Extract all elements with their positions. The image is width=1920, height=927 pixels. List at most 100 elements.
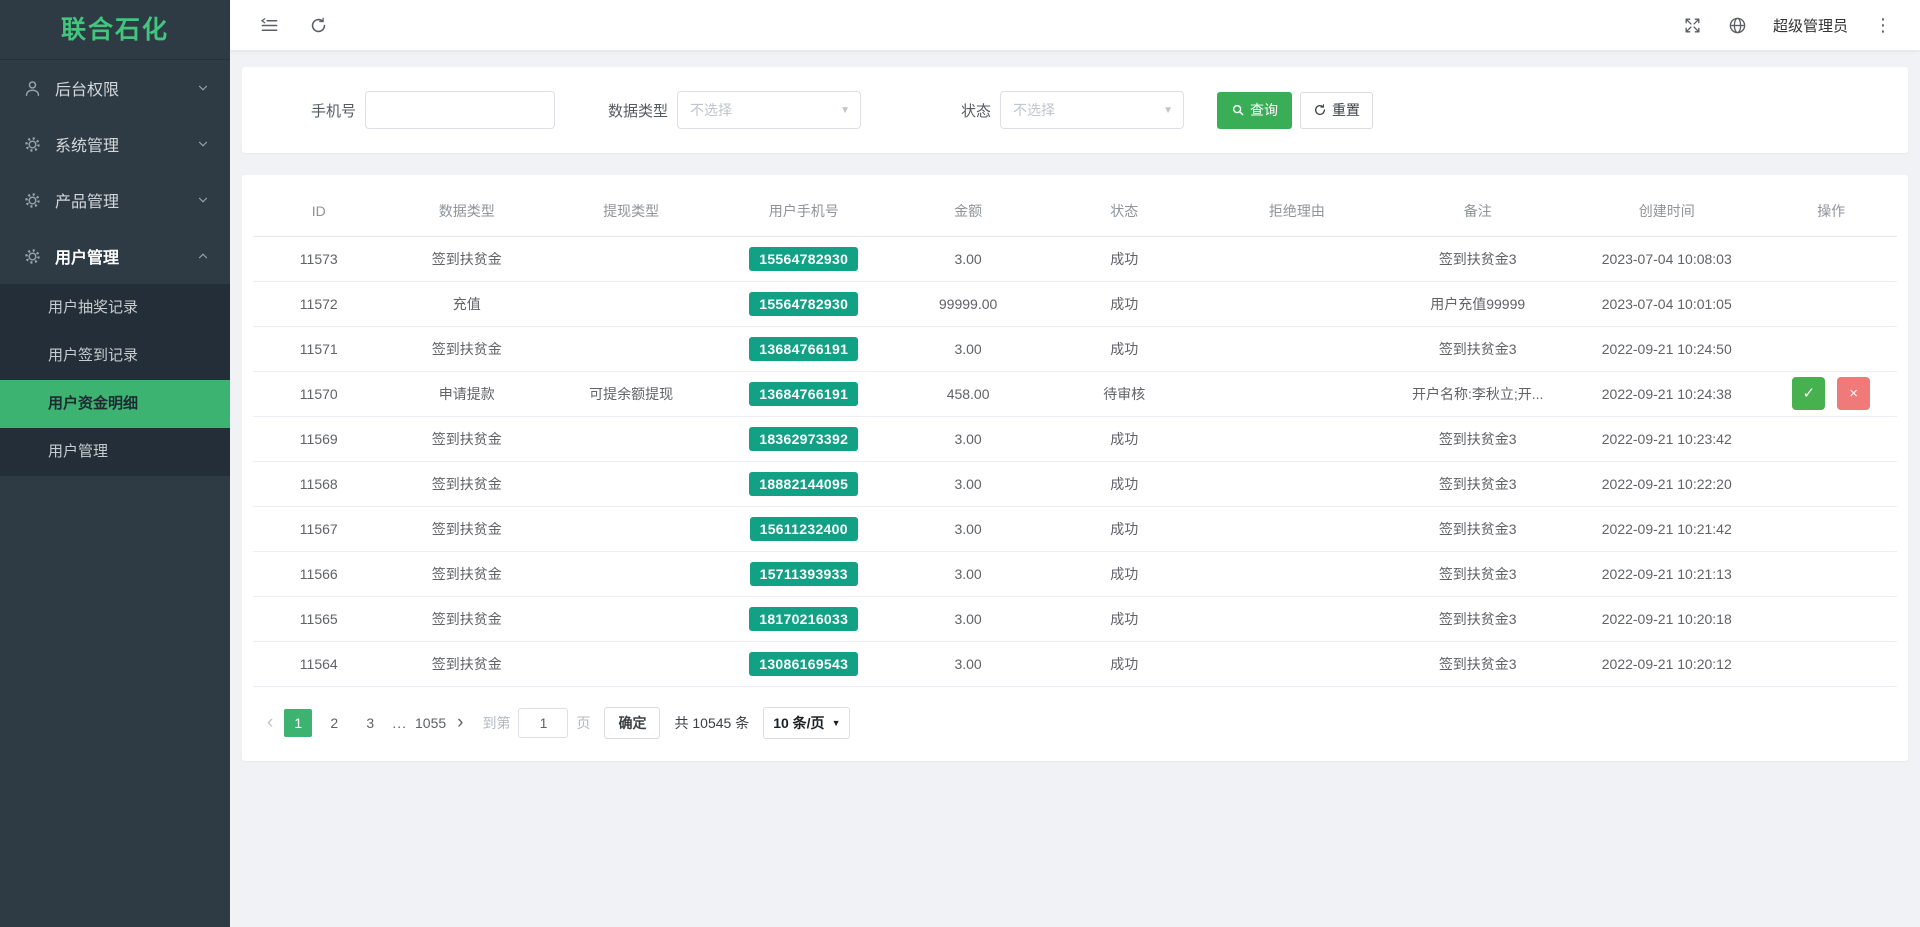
page-button-1[interactable]: 1: [284, 709, 312, 737]
cell-data-type: 签到扶贫金: [385, 551, 549, 596]
table-row: 11568 签到扶贫金 18882144095 3.00 成功 签到扶贫金3 2…: [253, 461, 1897, 506]
data-type-select-value: 不选择: [690, 100, 732, 120]
page-button-3[interactable]: 3: [356, 709, 384, 737]
sidebar-subitem-lottery-records[interactable]: 用户抽奖记录: [0, 284, 230, 332]
cell-id: 11573: [253, 236, 385, 281]
cell-created-at: 2022-09-21 10:21:42: [1568, 506, 1765, 551]
table-row: 11569 签到扶贫金 18362973392 3.00 成功 签到扶贫金3 2…: [253, 416, 1897, 461]
cell-remark: 签到扶贫金3: [1387, 506, 1568, 551]
col-amount: 金额: [894, 187, 1042, 236]
status-filter-label: 状态: [961, 100, 991, 121]
sidebar: 联合石化 后台权限: [0, 0, 230, 927]
cell-id: 11568: [253, 461, 385, 506]
cell-data-type: 签到扶贫金: [385, 236, 549, 281]
cell-reject-reason: [1206, 371, 1387, 416]
cell-reject-reason: [1206, 326, 1387, 371]
chevron-down-icon: [196, 137, 210, 151]
cell-actions: [1765, 326, 1897, 371]
cell-amount: 3.00: [894, 416, 1042, 461]
cell-amount: 3.00: [894, 326, 1042, 371]
goto-page-input[interactable]: [518, 708, 568, 738]
cell-remark: 签到扶贫金3: [1387, 236, 1568, 281]
refresh-icon[interactable]: [309, 16, 328, 35]
cell-status: 成功: [1042, 506, 1206, 551]
cell-id: 11565: [253, 596, 385, 641]
sidebar-item-backend-permissions[interactable]: 后台权限: [0, 60, 230, 116]
page-unit-label: 页: [576, 713, 590, 733]
cell-data-type: 签到扶贫金: [385, 326, 549, 371]
phone-badge: 15711393933: [750, 562, 858, 586]
cell-reject-reason: [1206, 641, 1387, 686]
cell-actions: [1765, 551, 1897, 596]
cell-data-type: 签到扶贫金: [385, 506, 549, 551]
cell-id: 11570: [253, 371, 385, 416]
cell-remark: 签到扶贫金3: [1387, 596, 1568, 641]
page-size-select[interactable]: 10 条/页 ▼: [763, 707, 850, 739]
next-page-button[interactable]: ›: [450, 712, 470, 734]
col-created-at: 创建时间: [1568, 187, 1765, 236]
phone-badge: 13684766191: [749, 337, 858, 361]
reset-button[interactable]: 重置: [1300, 92, 1373, 129]
sidebar-subitem-user-management[interactable]: 用户管理: [0, 428, 230, 476]
status-select[interactable]: 不选择 ▼: [1000, 91, 1184, 129]
globe-icon[interactable]: [1728, 16, 1747, 35]
cell-amount: 3.00: [894, 551, 1042, 596]
records-table-card: ID 数据类型 提现类型 用户手机号 金额 状态 拒绝理由 备注 创建时间 操作: [242, 175, 1908, 761]
total-count-label: 共 10545 条: [674, 713, 749, 733]
more-options-icon[interactable]: ⋮: [1874, 16, 1892, 34]
goto-page-label: 到第: [482, 713, 510, 733]
cell-actions: [1765, 506, 1897, 551]
page-ellipsis: ...: [392, 715, 407, 731]
search-button[interactable]: 查询: [1217, 92, 1292, 129]
sidebar-submenu: 用户抽奖记录 用户签到记录 用户资金明细 用户管理: [0, 284, 230, 476]
cell-id: 11564: [253, 641, 385, 686]
reject-button[interactable]: ×: [1837, 377, 1870, 410]
chevron-up-icon: [196, 249, 210, 263]
phone-badge: 15611232400: [750, 517, 858, 541]
phone-filter-input[interactable]: [365, 91, 555, 129]
sidebar-item-product-management[interactable]: 产品管理: [0, 172, 230, 228]
admin-user-menu[interactable]: 超级管理员: [1773, 15, 1848, 36]
cell-created-at: 2023-07-04 10:08:03: [1568, 236, 1765, 281]
prev-page-button[interactable]: ‹: [260, 712, 280, 734]
menu-fold-icon[interactable]: [260, 16, 279, 35]
cell-data-type: 签到扶贫金: [385, 416, 549, 461]
cell-id: 11571: [253, 326, 385, 371]
approve-button[interactable]: ✓: [1792, 377, 1825, 410]
sidebar-item-system-management[interactable]: 系统管理: [0, 116, 230, 172]
cell-id: 11572: [253, 281, 385, 326]
gear-icon: [23, 247, 42, 266]
cell-amount: 3.00: [894, 641, 1042, 686]
cell-withdraw-type: [549, 236, 713, 281]
fullscreen-icon[interactable]: [1683, 16, 1702, 35]
sidebar-item-user-management[interactable]: 用户管理: [0, 228, 230, 284]
search-icon: [1231, 103, 1245, 117]
cell-id: 11569: [253, 416, 385, 461]
filter-bar: 手机号 数据类型 不选择 ▼ 状态 不选择 ▼: [242, 67, 1908, 153]
cell-actions: [1765, 641, 1897, 686]
app-logo: 联合石化: [0, 0, 230, 60]
sidebar-subitem-fund-details[interactable]: 用户资金明细: [0, 380, 230, 428]
cell-actions: [1765, 416, 1897, 461]
cell-id: 11566: [253, 551, 385, 596]
goto-confirm-button[interactable]: 确定: [604, 707, 660, 739]
cell-reject-reason: [1206, 551, 1387, 596]
records-table: ID 数据类型 提现类型 用户手机号 金额 状态 拒绝理由 备注 创建时间 操作: [253, 187, 1897, 687]
sidebar-item-label: 系统管理: [55, 132, 196, 156]
phone-badge: 15564782930: [749, 247, 858, 271]
status-select-value: 不选择: [1013, 100, 1055, 120]
cell-withdraw-type: [549, 326, 713, 371]
col-reject-reason: 拒绝理由: [1206, 187, 1387, 236]
table-row: 11570 申请提款 可提余额提现 13684766191 458.00 待审核…: [253, 371, 1897, 416]
page-button-last[interactable]: 1055: [415, 709, 446, 737]
page-button-2[interactable]: 2: [320, 709, 348, 737]
cell-remark: 签到扶贫金3: [1387, 326, 1568, 371]
user-icon: [23, 79, 42, 98]
phone-badge: 18170216033: [749, 607, 858, 631]
sidebar-subitem-signin-records[interactable]: 用户签到记录: [0, 332, 230, 380]
cell-actions: [1765, 236, 1897, 281]
table-row: 11572 充值 15564782930 99999.00 成功 用户充值999…: [253, 281, 1897, 326]
cell-reject-reason: [1206, 236, 1387, 281]
caret-down-icon: ▼: [1163, 105, 1173, 116]
data-type-select[interactable]: 不选择 ▼: [677, 91, 861, 129]
